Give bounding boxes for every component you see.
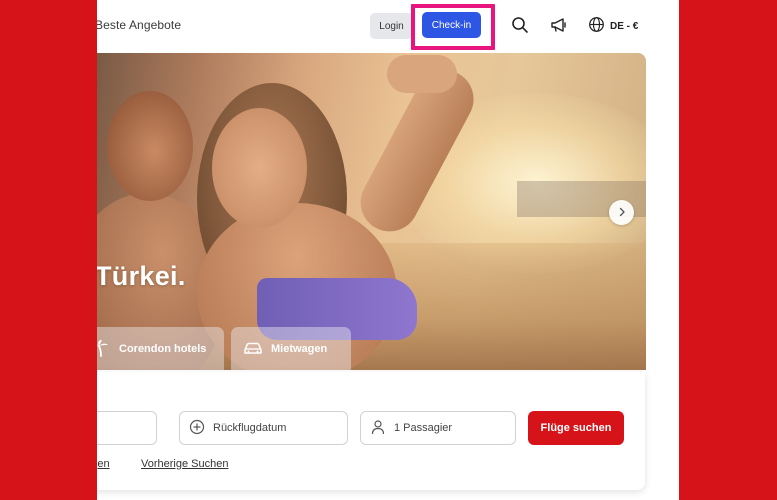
palm-tree-icon	[97, 339, 111, 360]
hero-banner: Türkei. Corendon hotels Mietwagen	[97, 53, 646, 370]
car-icon	[243, 341, 263, 358]
hero-person-man-head	[107, 91, 193, 201]
passenger-selector[interactable]: 1 Passagier	[360, 411, 516, 445]
previous-searches-link[interactable]: Vorherige Suchen	[141, 458, 228, 470]
globe-icon	[588, 16, 605, 36]
login-button[interactable]: Login	[370, 13, 413, 39]
nav-link-best-deals[interactable]: Beste Angebote	[97, 18, 181, 32]
plus-circle-icon	[189, 419, 205, 438]
return-date-placeholder: Rückflugdatum	[213, 422, 287, 434]
partial-link[interactable]: ungen	[97, 458, 110, 470]
tab-corendon-hotels-label: Corendon hotels	[119, 343, 207, 355]
search-icon[interactable]	[509, 14, 531, 36]
passenger-count: 1 Passagier	[394, 422, 453, 434]
hero-person-woman-face	[212, 108, 307, 228]
language-selector[interactable]: DE - €	[588, 15, 638, 37]
return-date-field[interactable]: Rückflugdatum	[179, 411, 348, 445]
search-flights-button[interactable]: Flüge suchen	[528, 411, 624, 445]
language-label: DE - €	[610, 20, 639, 32]
carousel-next-button[interactable]	[609, 200, 634, 225]
person-icon	[370, 419, 386, 438]
tab-mietwagen-label: Mietwagen	[271, 343, 328, 355]
tab-corendon-hotels[interactable]: Corendon hotels	[97, 327, 224, 370]
page: Beste Angebote Login Check-in DE - € Tür…	[97, 0, 679, 500]
hero-hand	[387, 55, 457, 93]
hero-title: Türkei.	[97, 261, 186, 291]
departure-date-field[interactable]	[97, 411, 157, 445]
chevron-right-icon	[617, 204, 627, 222]
megaphone-icon[interactable]	[548, 14, 570, 36]
flight-search-card: Rückflugdatum 1 Passagier Flüge suchen u…	[97, 372, 645, 490]
checkin-button[interactable]: Check-in	[422, 12, 481, 38]
tab-mietwagen[interactable]: Mietwagen	[231, 327, 351, 370]
